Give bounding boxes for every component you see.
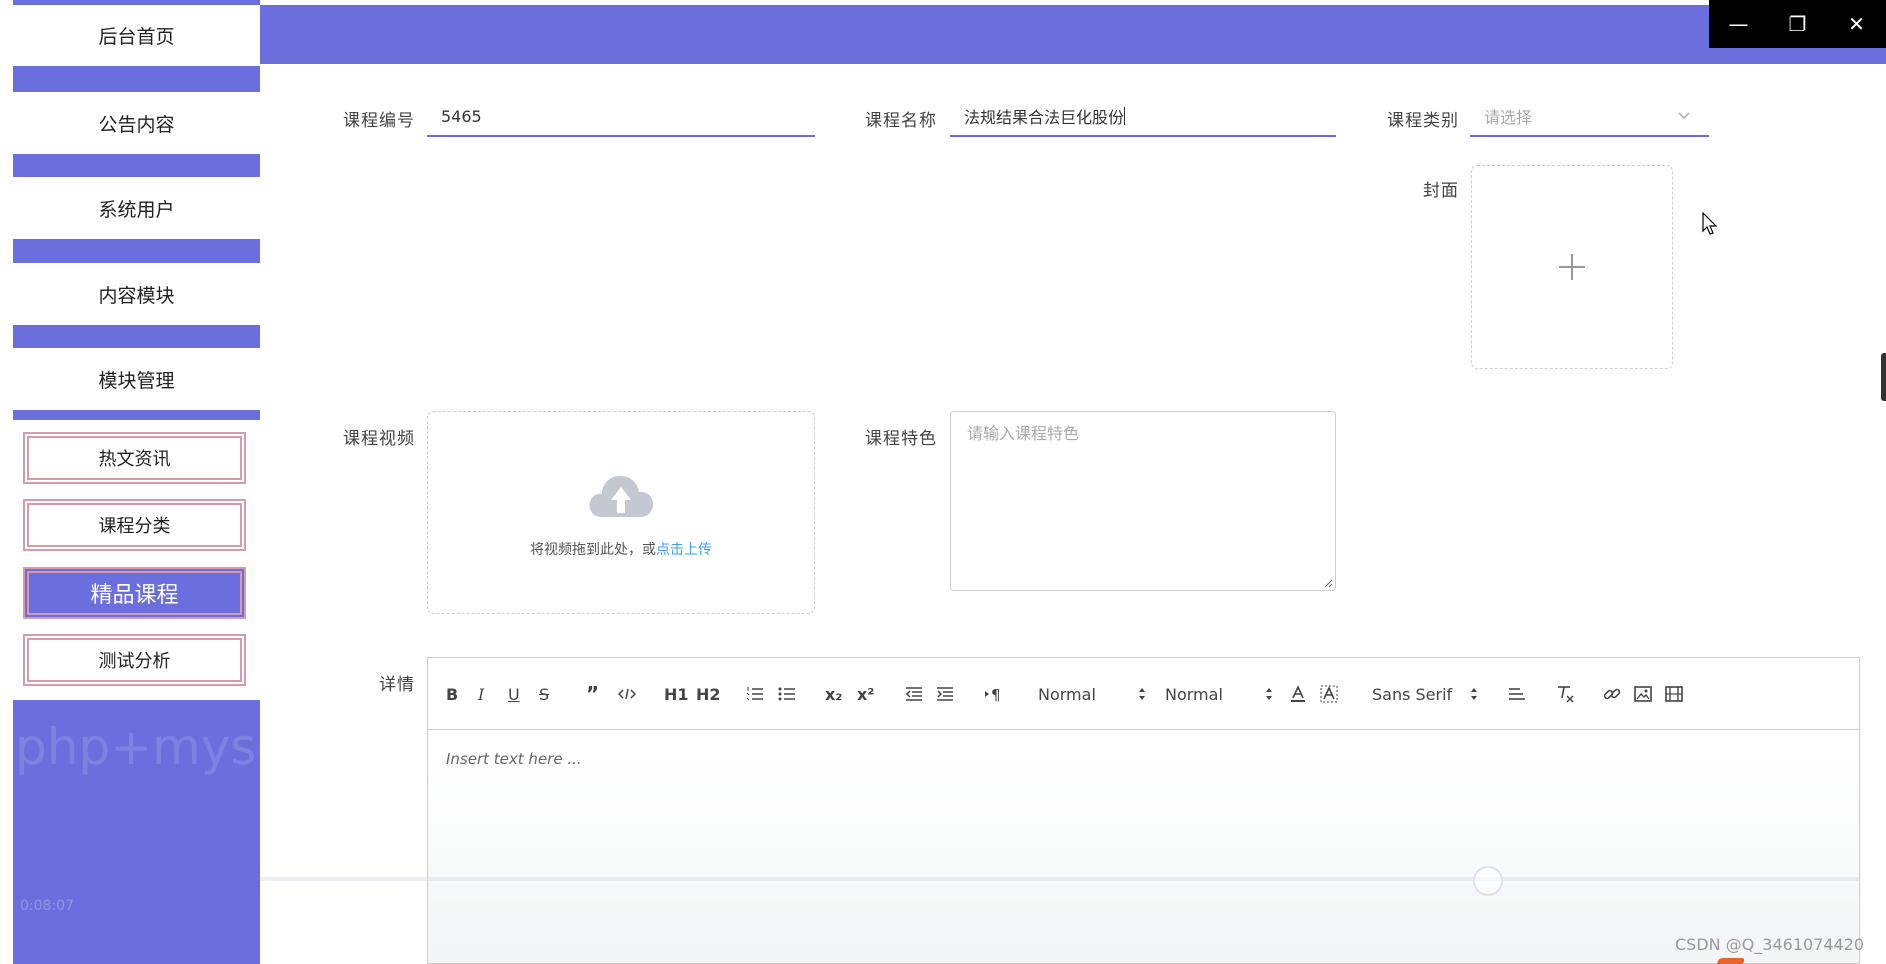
background-color-icon[interactable]	[1320, 682, 1338, 706]
scrollbar-thumb[interactable]	[1881, 353, 1886, 401]
video-drop-hint: 将视频拖到此处，或点击上传	[530, 539, 712, 559]
mouse-cursor-icon	[1702, 212, 1718, 235]
h2-button[interactable]: H2	[696, 682, 721, 706]
cover-label: 封面	[1423, 181, 1459, 201]
close-icon[interactable]: ✕	[1827, 0, 1886, 48]
editor-toolbar: B I U S ” H1 H2 x₂ x² ¶ Normal Normal Sa…	[428, 658, 1859, 730]
rich-text-editor: B I U S ” H1 H2 x₂ x² ¶ Normal Normal Sa…	[427, 657, 1860, 964]
editor-placeholder[interactable]: Insert text here ...	[446, 750, 582, 768]
clear-format-icon[interactable]	[1556, 682, 1576, 706]
minimize-icon[interactable]: —	[1709, 0, 1768, 48]
underline-button[interactable]: U	[508, 682, 520, 706]
sidebar-item-home[interactable]: 后台首页	[13, 5, 260, 66]
course-type-placeholder: 请选择	[1484, 108, 1533, 127]
feature-label: 课程特色	[865, 429, 937, 449]
course-type-label: 课程类别	[1387, 111, 1459, 131]
video-upload-link[interactable]: 点击上传	[656, 542, 712, 558]
cover-upload[interactable]	[1471, 165, 1673, 369]
plus-icon	[1559, 254, 1585, 280]
sidebar-sub-featured-course[interactable]: 精品课程	[23, 567, 246, 619]
sidebar-item-content[interactable]: 内容模块	[13, 263, 260, 325]
course-name-label: 课程名称	[865, 111, 937, 131]
detail-label: 详情	[379, 675, 415, 695]
restore-icon[interactable]: ❐	[1768, 0, 1827, 48]
indent-icon[interactable]	[936, 682, 954, 706]
sidebar-item-notice[interactable]: 公告内容	[13, 92, 260, 154]
corner-badge	[1716, 958, 1746, 964]
size-select[interactable]: Normal	[1038, 682, 1146, 706]
resize-handle-icon[interactable]	[1323, 578, 1333, 588]
sidebar-item-modules[interactable]: 模块管理	[13, 348, 260, 410]
top-header-bar	[260, 5, 1886, 64]
select-arrows-icon	[1138, 688, 1145, 700]
chevron-down-icon	[1678, 112, 1690, 120]
sidebar-sub-test-analysis[interactable]: 测试分析	[23, 634, 246, 686]
video-progress-track	[260, 877, 1860, 881]
select-arrows-icon	[1265, 688, 1272, 700]
bold-button[interactable]: B	[446, 682, 458, 706]
csdn-watermark: CSDN @Q_3461074420	[1675, 935, 1865, 954]
course-no-input[interactable]: 5465	[427, 97, 815, 137]
header-select-value: Normal	[1165, 684, 1223, 704]
cloud-upload-icon	[589, 475, 654, 517]
svg-text:¶: ¶	[991, 686, 1001, 702]
strike-button[interactable]: S	[539, 682, 549, 706]
sidebar-sub-course-category[interactable]: 课程分类	[23, 499, 246, 551]
sidebar-item-users[interactable]: 系统用户	[13, 177, 260, 239]
video-progress-knob[interactable]	[1473, 866, 1503, 896]
subscript-button[interactable]: x₂	[825, 682, 842, 706]
select-arrows-icon	[1471, 688, 1478, 700]
text-direction-icon[interactable]: ¶	[984, 682, 1002, 706]
h1-button[interactable]: H1	[664, 682, 689, 706]
sidebar: 后台首页 公告内容 系统用户 内容模块 模块管理 热文资讯 课程分类 精品课程 …	[13, 0, 260, 964]
ordered-list-icon[interactable]	[746, 682, 764, 706]
text-caret	[1124, 107, 1126, 125]
header-select[interactable]: Normal	[1165, 682, 1273, 706]
code-block-icon[interactable]	[618, 682, 636, 706]
outdent-icon[interactable]	[905, 682, 923, 706]
course-name-input[interactable]: 法规结果合法巨化股份	[950, 97, 1336, 137]
course-name-value: 法规结果合法巨化股份	[964, 108, 1125, 127]
course-type-select[interactable]: 请选择	[1470, 97, 1709, 137]
align-icon[interactable]	[1508, 682, 1526, 706]
image-icon[interactable]	[1634, 682, 1652, 706]
course-no-label: 课程编号	[343, 111, 415, 131]
superscript-button[interactable]: x²	[857, 682, 874, 706]
feature-textarea[interactable]: 请输入课程特色	[950, 411, 1336, 591]
video-label: 课程视频	[343, 429, 415, 449]
video-icon[interactable]	[1665, 682, 1683, 706]
feature-placeholder: 请输入课程特色	[967, 424, 1080, 443]
svg-text:”: ”	[586, 686, 599, 702]
blockquote-icon[interactable]: ”	[586, 682, 604, 706]
italic-button[interactable]: I	[478, 682, 484, 706]
bullet-list-icon[interactable]	[778, 682, 796, 706]
sidebar-sub-news[interactable]: 热文资讯	[23, 432, 246, 484]
video-upload-dropzone[interactable]: 将视频拖到此处，或点击上传	[427, 411, 815, 614]
link-icon[interactable]	[1603, 682, 1621, 706]
font-select[interactable]: Sans Serif	[1372, 682, 1478, 706]
font-select-value: Sans Serif	[1372, 684, 1453, 704]
text-color-icon[interactable]	[1290, 682, 1306, 706]
video-overlay-text: php+myso	[15, 718, 287, 776]
video-drop-text: 将视频拖到此处，或	[530, 541, 656, 558]
window-controls: — ❐ ✕	[1709, 0, 1886, 48]
video-time: 0:08:07	[20, 898, 74, 914]
size-select-value: Normal	[1038, 684, 1096, 704]
